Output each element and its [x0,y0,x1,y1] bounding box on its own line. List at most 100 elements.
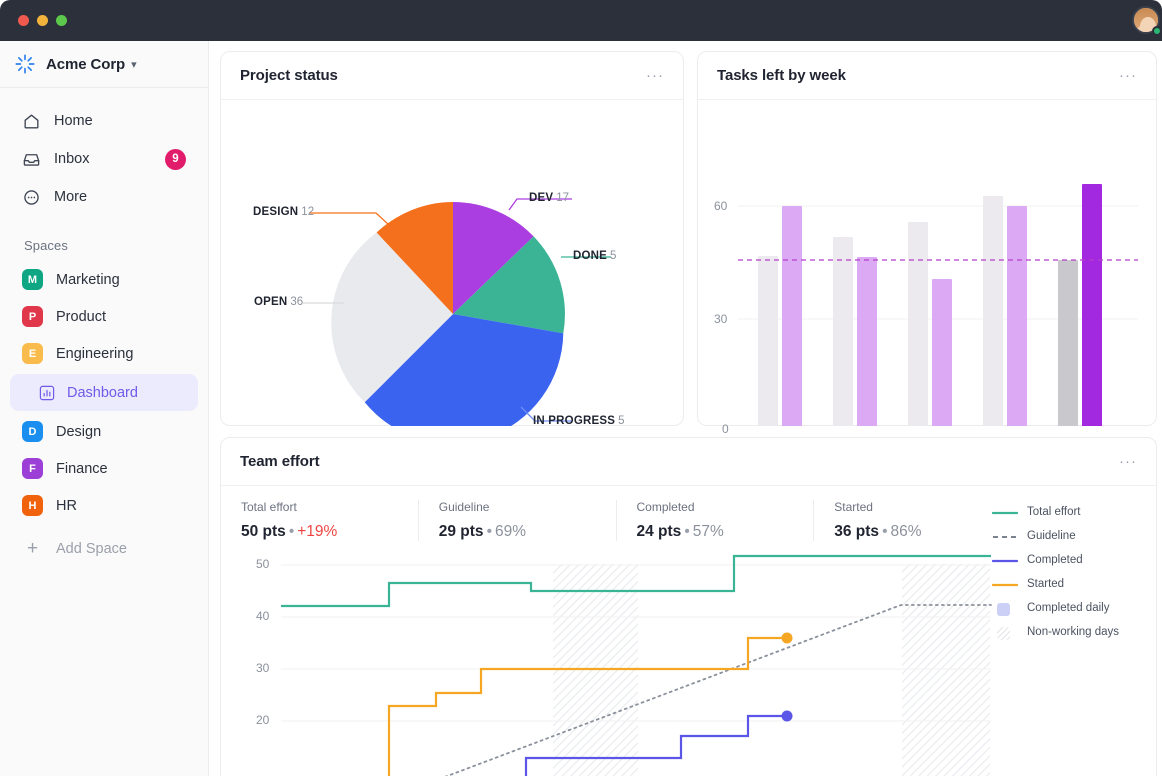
team-effort-stats: Total effort 50 pts•+19% Guideline 29 pt… [221,500,1011,541]
sidebar-item-label: Dashboard [67,385,138,401]
pie-label-value: 12 [301,206,314,218]
space-avatar: H [22,495,43,516]
card-team-effort: Team effort ··· Total effort 50 pts•+19%… [220,437,1157,776]
y-tick-30: 30 [256,661,269,675]
bar-week1-current[interactable] [782,206,802,426]
sidebar-item-dashboard[interactable]: Dashboard [10,374,198,411]
pie-chart: DEV17 DONE5 IN PROGRESS5 OPEN36 DESIGN12 [221,100,683,426]
traffic-lights [18,15,67,26]
chevron-down-icon[interactable]: ▾ [131,58,137,71]
space-label: HR [56,498,77,514]
stat-guideline: Guideline 29 pts•69% [418,500,616,541]
bar-chart: 60 30 0 Week 1 Week 2 Week 3 Week 4 Week… [698,100,1156,426]
bar-week5-current[interactable] [1082,184,1102,426]
card-menu-icon[interactable]: ··· [1119,454,1137,469]
card-tasks-left-by-week: Tasks left by week ··· [697,51,1157,426]
page-title: Team effort [240,453,319,470]
nav-item-label: More [54,189,186,205]
pie-label-done: DONE5 [573,250,616,262]
spaces-section-label: Spaces [0,216,208,261]
card-menu-icon[interactable]: ··· [1119,68,1137,83]
bar-week4-current[interactable] [1007,206,1027,426]
nav-item-more[interactable]: More [10,178,198,216]
team-effort-chart: 50 40 30 20 [221,548,1156,776]
bar-chart-icon [38,384,56,402]
space-avatar: F [22,458,43,479]
stat-total-effort: Total effort 50 pts•+19% [221,500,418,541]
primary-nav: Home Inbox 9 [0,88,208,216]
space-item-design[interactable]: D Design [10,413,198,450]
stat-label: Total effort [241,500,418,514]
bar-week5-previous[interactable] [1058,260,1078,426]
space-item-finance[interactable]: F Finance [10,450,198,487]
space-item-engineering[interactable]: E Engineering [10,335,198,372]
legend-dash-swatch [992,530,1018,542]
nav-item-label: Home [54,113,186,129]
bar-week3-current[interactable] [932,279,952,426]
stat-value: 29 pts•69% [439,523,616,541]
pie-label-name: IN PROGRESS [533,415,615,427]
stat-points: 24 pts [637,523,682,540]
pie-chart-svg [221,100,683,426]
space-item-marketing[interactable]: M Marketing [10,261,198,298]
window-titlebar [0,0,1162,41]
stat-value: 24 pts•57% [637,523,814,541]
card-menu-icon[interactable]: ··· [646,68,664,83]
space-avatar: P [22,306,43,327]
home-icon [22,112,41,131]
nav-item-home[interactable]: Home [10,102,198,140]
workspace-name: Acme Corp [46,56,125,73]
bar-week3-previous[interactable] [908,222,928,426]
stat-label: Completed [637,500,814,514]
pie-leader-design [309,213,389,225]
zoom-window-button[interactable] [56,15,67,26]
pie-label-name: OPEN [254,296,287,308]
space-label: Marketing [56,272,120,288]
pie-label-design: DESIGN12 [253,206,314,218]
stat-label: Started [834,500,1011,514]
marker-started-end[interactable] [782,633,793,644]
stat-percent: 69% [495,523,526,540]
space-item-product[interactable]: P Product [10,298,198,335]
pie-label-value: 5 [610,250,616,262]
stat-label: Guideline [439,500,616,514]
pie-label-value: 5 [618,415,624,427]
workspace-switcher[interactable]: Acme Corp ▾ [0,41,208,88]
nav-item-inbox[interactable]: Inbox 9 [10,140,198,178]
bar-week1-previous[interactable] [758,256,778,426]
card-header: Project status ··· [221,52,683,100]
space-item-hr[interactable]: H HR [10,487,198,524]
bar-week2-previous[interactable] [833,237,853,426]
stat-points: 50 pts [241,523,286,540]
pie-label-in-progress: IN PROGRESS5 [533,415,624,427]
card-project-status: Project status ··· [220,51,684,426]
y-tick-20: 20 [256,713,269,727]
pie-label-open: OPEN36 [254,296,303,308]
stat-points: 36 pts [834,523,879,540]
legend-item-total-effort[interactable]: Total effort [992,500,1142,524]
card-header: Team effort ··· [221,438,1156,486]
bar-week4-previous[interactable] [983,196,1003,426]
pie-label-value: 17 [556,192,569,204]
minimize-window-button[interactable] [37,15,48,26]
stat-separator: • [684,523,689,540]
pie-label-name: DONE [573,250,607,262]
user-avatar[interactable] [1132,6,1162,36]
stat-separator: • [487,523,492,540]
close-window-button[interactable] [18,15,29,26]
legend-item-guideline[interactable]: Guideline [992,524,1142,548]
nav-item-label: Inbox [54,151,165,167]
page-title: Tasks left by week [717,67,846,84]
pie-label-name: DEV [529,192,553,204]
y-tick-30: 30 [714,312,727,326]
stat-percent: 86% [891,523,922,540]
space-label: Finance [56,461,108,477]
stat-value: 36 pts•86% [834,523,1011,541]
add-space-button[interactable]: + Add Space [10,530,198,567]
marker-completed-end[interactable] [782,711,793,722]
spaces-list: M Marketing P Product E Engineering [0,261,208,567]
bar-week2-current[interactable] [857,257,877,426]
plus-icon: + [22,539,43,558]
bar-chart-svg [698,100,1156,426]
series-guideline [389,605,991,776]
